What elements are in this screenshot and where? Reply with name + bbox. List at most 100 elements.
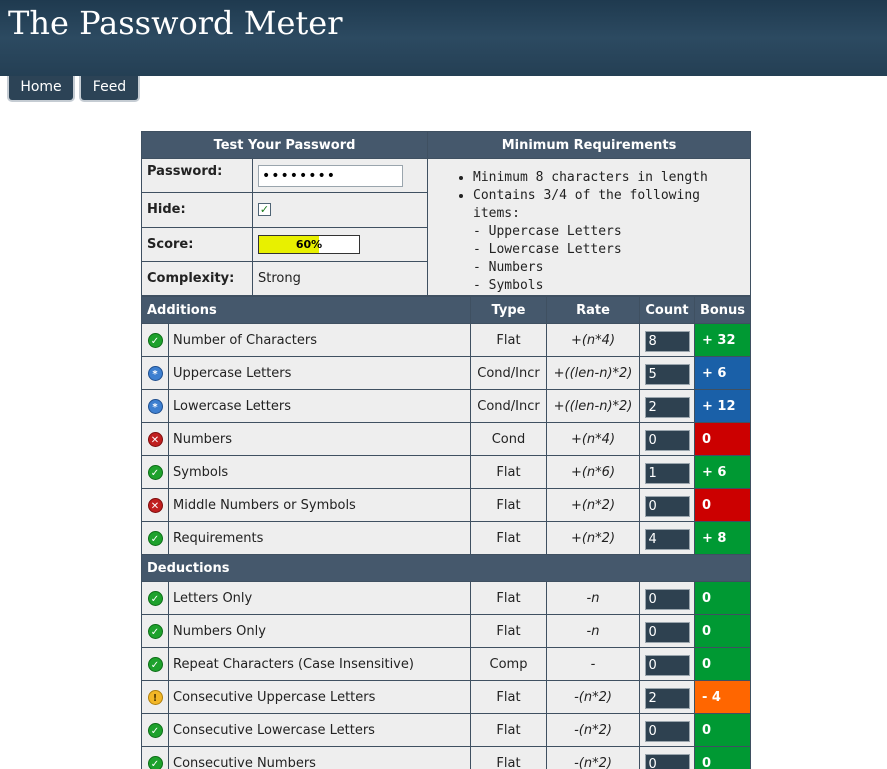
check-circle-icon: ✓: [147, 530, 163, 546]
password-label: Password:: [141, 157, 253, 194]
criterion-type: Flat: [470, 713, 547, 747]
table-row: * Lowercase Letters Cond/Incr +((len-n)*2) 2…: [141, 389, 751, 423]
count-field: 0: [644, 430, 690, 451]
complexity-label: Complexity:: [141, 260, 253, 297]
criterion-type: Cond/Incr: [470, 356, 547, 390]
criterion-rate: -n: [546, 581, 640, 615]
count-field: 0: [644, 721, 690, 742]
password-input[interactable]: [258, 164, 403, 187]
requirement-subitem: - Uppercase Letters: [473, 224, 622, 239]
bonus-value: 0: [694, 488, 751, 522]
count-field: 0: [644, 496, 690, 517]
criterion-name: Numbers: [168, 422, 471, 456]
check-circle-icon: ✓: [147, 332, 163, 348]
requirement-item-label: Contains 3/4 of the following items:: [473, 188, 700, 221]
asterisk-circle-icon: *: [147, 365, 163, 381]
criterion-rate: +(n*4): [546, 422, 640, 456]
criterion-type: Flat: [470, 581, 547, 615]
count-field: 0: [644, 754, 690, 769]
requirement-item: Minimum 8 characters in length: [473, 169, 750, 187]
requirements-heading: Minimum Requirements: [427, 131, 751, 159]
score-label: Score:: [141, 226, 253, 262]
score-bar: 60%: [258, 234, 360, 254]
count-field: 5: [644, 364, 690, 385]
table-row: ✓ Numbers Only Flat -n 0 0: [141, 614, 751, 648]
criterion-name: Consecutive Numbers: [168, 746, 471, 769]
check-circle-icon: ✓: [147, 722, 163, 738]
criterion-rate: +((len-n)*2): [546, 356, 640, 390]
bonus-value: + 6: [694, 455, 751, 489]
criterion-type: Comp: [470, 647, 547, 681]
count-field: 2: [644, 397, 690, 418]
asterisk-circle-icon: *: [147, 398, 163, 414]
criterion-name: Middle Numbers or Symbols: [168, 488, 471, 522]
criterion-rate: +(n*2): [546, 521, 640, 555]
additions-heading: Additions: [141, 296, 471, 324]
criterion-name: Letters Only: [168, 581, 471, 615]
criterion-name: Number of Characters: [168, 323, 471, 357]
count-field: 0: [644, 589, 690, 610]
check-circle-icon: ✓: [147, 656, 163, 672]
criterion-rate: +(n*2): [546, 488, 640, 522]
hide-label: Hide:: [141, 192, 253, 228]
check-circle-icon: ✓: [147, 590, 163, 606]
requirement-subitem: - Lowercase Letters: [473, 242, 622, 257]
hide-checkbox[interactable]: ✓: [258, 203, 271, 217]
criterion-type: Flat: [470, 455, 547, 489]
criterion-rate: -(n*2): [546, 746, 640, 769]
table-row: ! Consecutive Uppercase Letters Flat -(n*2)…: [141, 680, 751, 714]
requirement-subitem: - Numbers: [473, 260, 544, 275]
bonus-value: 0: [694, 713, 751, 747]
criterion-rate: +(n*6): [546, 455, 640, 489]
table-row: ✕ Numbers Cond +(n*4) 0 0: [141, 422, 751, 456]
table-row: ✓ Repeat Characters (Case Insensitive) Com…: [141, 647, 751, 681]
table-row: * Uppercase Letters Cond/Incr +((len-n)*2) 5…: [141, 356, 751, 390]
nav-tab-home[interactable]: Home: [7, 76, 75, 102]
criterion-name: Uppercase Letters: [168, 356, 471, 390]
x-circle-icon: ✕: [147, 497, 163, 513]
count-field: 1: [644, 463, 690, 484]
bonus-value: 0: [694, 614, 751, 648]
bonus-value: + 32: [694, 323, 751, 357]
bonus-value: 0: [694, 746, 751, 769]
test-password-heading: Test Your Password: [141, 131, 428, 159]
site-title: The Password Meter: [8, 4, 343, 42]
check-circle-icon: ✓: [147, 755, 163, 769]
criterion-type: Flat: [470, 323, 547, 357]
criterion-type: Cond/Incr: [470, 389, 547, 423]
count-field: 2: [644, 688, 690, 709]
bonus-value: + 6: [694, 356, 751, 390]
count-field: 0: [644, 622, 690, 643]
table-row: ✓ Consecutive Lowercase Letters Flat -(n*2)…: [141, 713, 751, 747]
criterion-rate: -(n*2): [546, 713, 640, 747]
criterion-name: Consecutive Lowercase Letters: [168, 713, 471, 747]
criterion-name: Requirements: [168, 521, 471, 555]
requirements-panel: Minimum 8 characters in length Contains …: [427, 158, 751, 296]
complexity-value: Strong: [252, 260, 428, 297]
check-circle-icon: ✓: [147, 464, 163, 480]
table-row: ✕ Middle Numbers or Symbols Flat +(n*2) 0 0: [141, 488, 751, 522]
criterion-name: Consecutive Uppercase Letters: [168, 680, 471, 714]
table-row: ✓ Letters Only Flat -n 0 0: [141, 581, 751, 615]
password-test-table: Test Your Password Minimum Requirements …: [141, 131, 751, 297]
criterion-rate: -n: [546, 614, 640, 648]
bonus-value: + 12: [694, 389, 751, 423]
rate-column-header: Rate: [546, 296, 640, 324]
table-row: ✓ Requirements Flat +(n*2) 4 + 8: [141, 521, 751, 555]
criterion-type: Flat: [470, 680, 547, 714]
bonus-column-header: Bonus: [694, 296, 751, 324]
bonus-value: 0: [694, 581, 751, 615]
bonus-value: - 4: [694, 680, 751, 714]
requirement-subitem: - Symbols: [473, 278, 544, 293]
bonus-value: + 8: [694, 521, 751, 555]
criterion-rate: -(n*2): [546, 680, 640, 714]
nav-tab-feed[interactable]: Feed: [79, 76, 140, 102]
check-circle-icon: ✓: [147, 623, 163, 639]
criterion-type: Flat: [470, 488, 547, 522]
criterion-name: Lowercase Letters: [168, 389, 471, 423]
bonus-value: 0: [694, 647, 751, 681]
count-field: 0: [644, 655, 690, 676]
site-header: The Password Meter: [0, 0, 887, 76]
criterion-type: Flat: [470, 521, 547, 555]
criterion-name: Repeat Characters (Case Insensitive): [168, 647, 471, 681]
